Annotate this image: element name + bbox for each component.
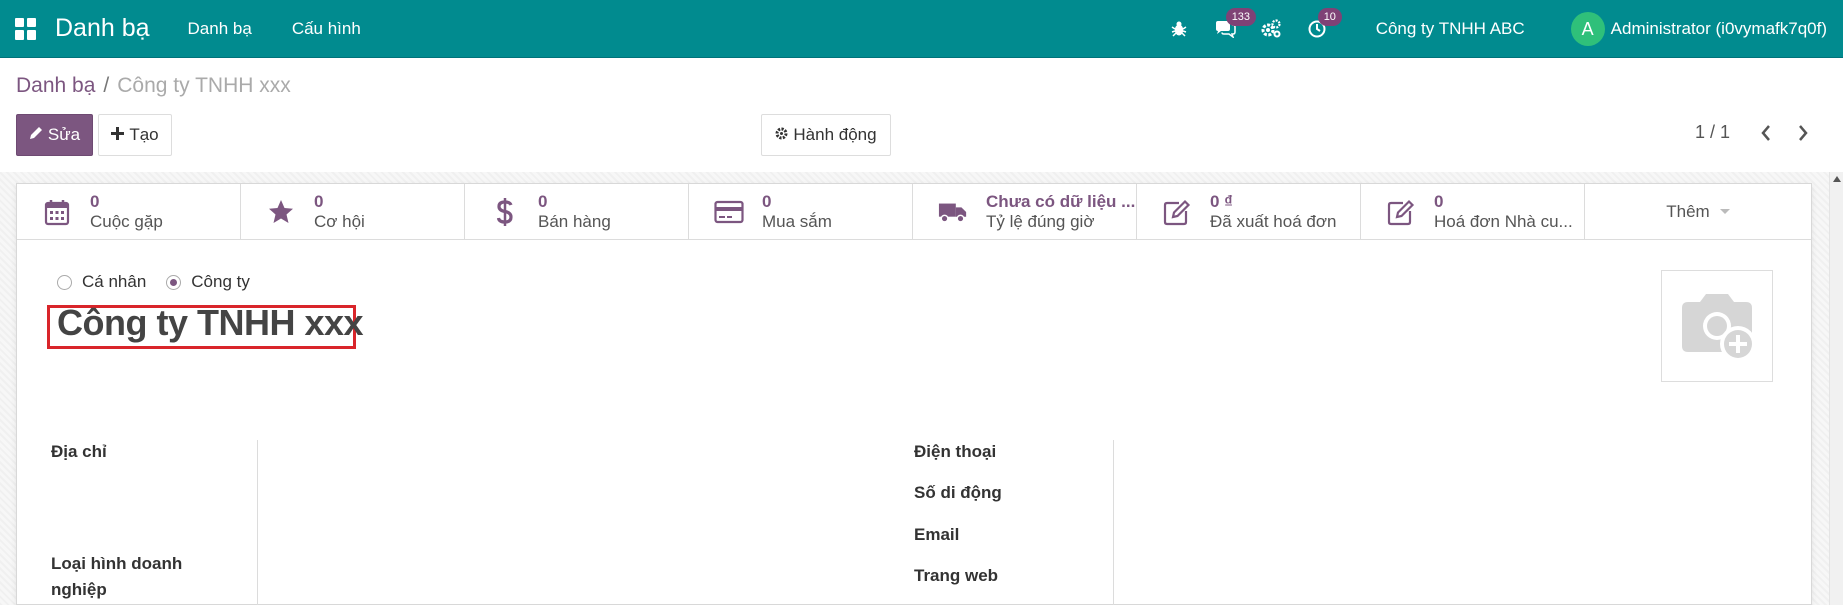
right-group-divider [1113, 440, 1114, 605]
smart-vendor-bills-value: 0 [1434, 192, 1444, 211]
menu-configuration[interactable]: Cấu hình [292, 19, 361, 39]
app-title[interactable]: Danh bạ [55, 14, 150, 43]
smart-sales-value: 0 [538, 192, 548, 211]
activity-clock-icon[interactable]: 10 [1306, 8, 1342, 40]
user-avatar: A [1570, 12, 1605, 46]
create-button[interactable]: Tạo [98, 114, 172, 156]
menu-contacts[interactable]: Danh bạ [188, 19, 252, 39]
navbar-systray: 133 10 Công ty TNHH ABC A Administrator … [1168, 0, 1843, 58]
edit-button[interactable]: Sửa [16, 114, 93, 156]
smart-more-label: Thêm [1666, 201, 1710, 221]
top-navbar: Danh bạ Danh bạ Cấu hình 133 10 Công ty … [0, 0, 1843, 58]
smart-button-vendor-bills[interactable]: 0 Hoá đơn Nhà cu... [1361, 184, 1585, 240]
action-dropdown-button[interactable]: Hành động [761, 114, 891, 156]
pager-value[interactable]: 1 / 1 [1695, 122, 1730, 143]
user-menu[interactable]: A Administrator (i0vymafk7q0f) [1570, 12, 1827, 46]
user-name: Administrator (i0vymafk7q0f) [1610, 19, 1827, 38]
email-label: Email [914, 525, 960, 544]
pencil-square-icon [1162, 197, 1192, 227]
partner-type-radio-group: Cá nhân Công ty [57, 272, 270, 292]
messages-badge: 133 [1225, 8, 1257, 26]
smart-purchases-label: Mua sắm [762, 212, 832, 231]
smart-button-purchases[interactable]: 0 Mua sắm [689, 184, 913, 240]
smart-button-sales[interactable]: 0 Bán hàng [465, 184, 689, 240]
smart-meetings-value: 0 [90, 192, 100, 211]
partner-image-upload[interactable] [1661, 270, 1773, 382]
smart-on-time-label: Tỷ lệ đúng giờ [986, 212, 1095, 231]
action-button-label: Hành động [793, 125, 877, 144]
smart-invoiced-label: Đã xuất hoá đơn [1210, 212, 1337, 231]
truck-icon [938, 197, 968, 227]
activities-badge: 10 [1317, 8, 1342, 26]
form-sheet: 0 Cuộc gặp 0 Cơ hội 0 Bán hàng 0 Mua sắm Chư… [16, 183, 1812, 605]
smart-purchases-value: 0 [762, 192, 772, 211]
chevron-left-icon[interactable] [1755, 121, 1777, 145]
breadcrumb-separator: / [103, 74, 110, 97]
breadcrumb: Danh bạ / Công ty TNHH xxx [16, 74, 291, 98]
radio-company[interactable] [166, 274, 182, 290]
smart-more-dropdown[interactable]: Thêm [1585, 184, 1811, 239]
mobile-label: Số di động [914, 483, 1002, 502]
company-switcher[interactable]: Công ty TNHH ABC [1376, 19, 1525, 39]
smart-button-opportunities[interactable]: 0 Cơ hội [241, 184, 465, 240]
phone-label: Điện thoại [914, 442, 997, 461]
website-label: Trang web [914, 566, 999, 585]
radio-individual[interactable] [57, 274, 72, 290]
create-button-label: Tạo [129, 125, 159, 144]
debug-bug-icon[interactable] [1168, 18, 1190, 40]
pencil-icon [29, 126, 43, 144]
business-type-label: Loại hình doanh nghiệp [51, 554, 183, 599]
smart-on-time-value: Chưa có dữ liệu ... [986, 192, 1136, 211]
caret-down-icon [1719, 209, 1730, 214]
smart-sales-label: Bán hàng [538, 212, 611, 231]
edit-button-label: Sửa [47, 125, 81, 144]
radio-company-label[interactable]: Công ty [191, 272, 250, 292]
credit-card-icon [714, 197, 744, 227]
smart-button-on-time-rate[interactable]: Chưa có dữ liệu ... Tỷ lệ đúng giờ [913, 184, 1137, 240]
breadcrumb-current: Công ty TNHH xxx [117, 74, 291, 97]
address-label: Địa chỉ [51, 442, 107, 461]
dollar-icon [490, 197, 520, 227]
plus-icon [111, 126, 125, 144]
smart-opportunities-label: Cơ hội [314, 212, 365, 231]
smart-meetings-label: Cuộc gặp [90, 212, 163, 231]
apps-menu-icon[interactable] [15, 17, 37, 40]
vertical-scrollbar[interactable] [1829, 172, 1843, 605]
pencil-square-icon [1386, 197, 1416, 227]
smart-button-invoiced[interactable]: 0 ₫ Đã xuất hoá đơn [1137, 184, 1361, 240]
settings-gears-icon[interactable] [1260, 18, 1282, 40]
smart-vendor-bills-label: Hoá đơn Nhà cu... [1434, 212, 1573, 231]
smart-button-meetings[interactable]: 0 Cuộc gặp [17, 184, 241, 240]
camera-plus-icon [1682, 294, 1756, 362]
star-icon [266, 197, 296, 227]
chevron-right-icon[interactable] [1792, 121, 1814, 145]
smart-opportunities-value: 0 [314, 192, 324, 211]
smart-buttons-bar: 0 Cuộc gặp 0 Cơ hội 0 Bán hàng 0 Mua sắm Chư… [17, 184, 1811, 240]
messages-chat-icon[interactable]: 133 [1214, 8, 1257, 40]
gear-icon [775, 127, 788, 144]
radio-individual-label[interactable]: Cá nhân [82, 272, 146, 292]
smart-invoiced-value: 0 ₫ [1210, 192, 1233, 211]
left-group-divider [257, 440, 258, 605]
breadcrumb-contacts-link[interactable]: Danh bạ [16, 74, 95, 98]
partner-name-field[interactable]: Công ty TNHH xxx [57, 302, 364, 344]
calendar-icon [42, 197, 72, 227]
